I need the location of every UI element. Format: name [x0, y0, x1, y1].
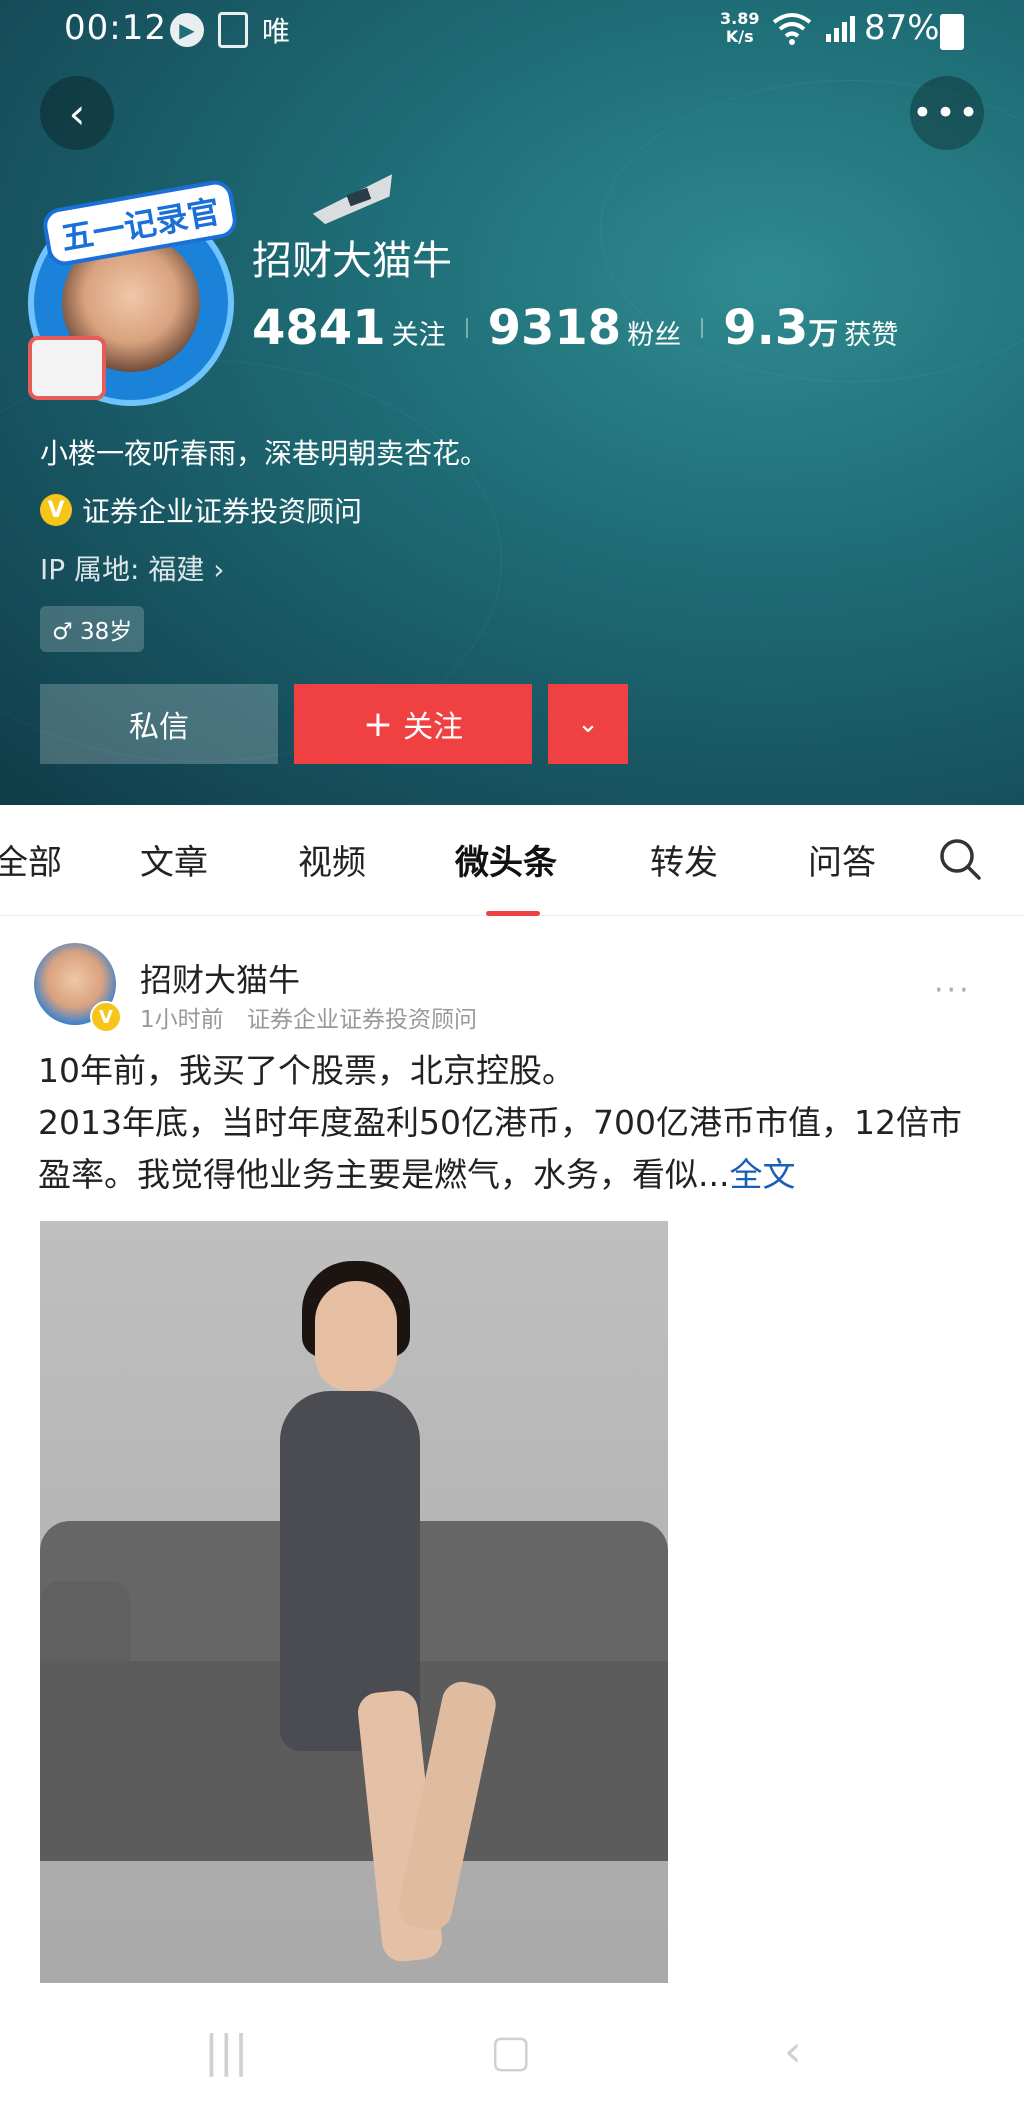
status-time: 00:12 [64, 8, 167, 48]
active-tab-indicator [486, 911, 540, 916]
document-icon [218, 12, 248, 48]
tab-micro-posts[interactable]: 微头条 [455, 835, 557, 884]
fans-label[interactable]: 粉丝 [627, 313, 681, 352]
chevron-left-icon: ‹ [68, 88, 86, 138]
post-meta: 1小时前 证券企业证券投资顾问 [140, 1000, 493, 1034]
verified-v-icon: V [90, 1001, 122, 1033]
system-nav-bar: ||| ▢ ‹ [0, 1990, 1024, 2104]
likes-count[interactable]: 9.3 [723, 300, 808, 356]
status-left-icons: ▶ 唯 [170, 10, 290, 50]
following-count[interactable]: 4841 [252, 300, 386, 356]
home-icon[interactable]: ▢ [490, 2026, 532, 2077]
signal-icon [826, 14, 855, 42]
ip-location[interactable]: IP 属地: 福建 › [40, 548, 225, 588]
wifi-icon [772, 13, 812, 45]
back-button[interactable]: ‹ [40, 76, 114, 150]
network-speed: 3.89 K/s [720, 9, 760, 46]
plus-icon: + [362, 703, 394, 745]
male-icon: ♂ [52, 619, 73, 645]
battery-level: 87% [864, 8, 940, 48]
likes-label[interactable]: 获赞 [844, 313, 898, 352]
stat-divider [701, 318, 704, 338]
app-indicator: 唯 [262, 15, 291, 48]
content-tabs: 全部 文章 视频 微头条 转发 问答 [0, 805, 1024, 916]
profile-bio: 小楼一夜听春雨，深巷明朝卖杏花。 [40, 437, 489, 470]
person-shape [315, 1281, 397, 1391]
stat-divider [465, 318, 468, 338]
profile-header: 00:12 ▶ 唯 3.89 K/s 87% ‹ ••• 五一记录官 招财大猫牛… [0, 0, 1024, 805]
post-image[interactable] [40, 1221, 668, 1983]
more-dots-icon: ••• [912, 93, 982, 133]
boat-icon [312, 174, 393, 225]
avatar[interactable]: 五一记录官 [28, 177, 240, 406]
verification-text: 证券企业证券投资顾问 [82, 495, 363, 528]
follow-button[interactable]: + 关注 [294, 684, 532, 764]
verified-v-icon: V [40, 494, 72, 526]
play-icon: ▶ [170, 13, 204, 47]
camera-sticker-icon [28, 336, 106, 400]
recent-apps-icon[interactable]: ||| [204, 2026, 248, 2077]
post-text-line: 10年前，我买了个股票，北京控股。 [38, 1051, 575, 1090]
post-author-name[interactable]: 招财大猫牛 [140, 955, 300, 1001]
verification-info: V 证券企业证券投资顾问 [40, 490, 362, 530]
likes-unit[interactable]: 万 [808, 309, 838, 353]
post-text-line: 2013年底，当时年度盈利50亿港币，700亿港币市值，12倍市盈率。我觉得他业… [38, 1103, 962, 1194]
battery-icon [940, 14, 964, 50]
system-back-icon[interactable]: ‹ [784, 2026, 802, 2077]
tab-videos[interactable]: 视频 [298, 835, 366, 884]
chevron-down-icon: ⌄ [577, 709, 599, 739]
post-time: 1小时前 [140, 1007, 224, 1033]
age-badge: ♂ 38岁 [40, 606, 145, 652]
tab-reposts[interactable]: 转发 [650, 835, 718, 884]
tab-articles[interactable]: 文章 [140, 835, 208, 884]
follow-dropdown-button[interactable]: ⌄ [548, 684, 628, 764]
post-more-icon[interactable]: ··· [934, 973, 972, 1008]
read-more-link[interactable]: 全文 [729, 1155, 795, 1194]
search-icon[interactable] [938, 837, 982, 881]
tab-qa[interactable]: 问答 [808, 835, 876, 884]
post-author-title: 证券企业证券投资顾问 [246, 1007, 477, 1033]
more-button[interactable]: ••• [910, 76, 984, 150]
post-text[interactable]: 10年前，我买了个股票，北京控股。 2013年底，当时年度盈利50亿港币，700… [38, 1045, 988, 1201]
message-button[interactable]: 私信 [40, 684, 278, 764]
following-label[interactable]: 关注 [392, 313, 446, 352]
chevron-right-icon: › [213, 553, 225, 586]
status-bar: 00:12 ▶ 唯 3.89 K/s 87% [0, 0, 1024, 60]
tab-all[interactable]: 全部 [0, 835, 62, 884]
fans-count[interactable]: 9318 [488, 300, 622, 356]
profile-name: 招财大猫牛 [252, 238, 452, 284]
profile-stats: 4841 关注 9318 粉丝 9.3 万 获赞 [252, 300, 898, 356]
